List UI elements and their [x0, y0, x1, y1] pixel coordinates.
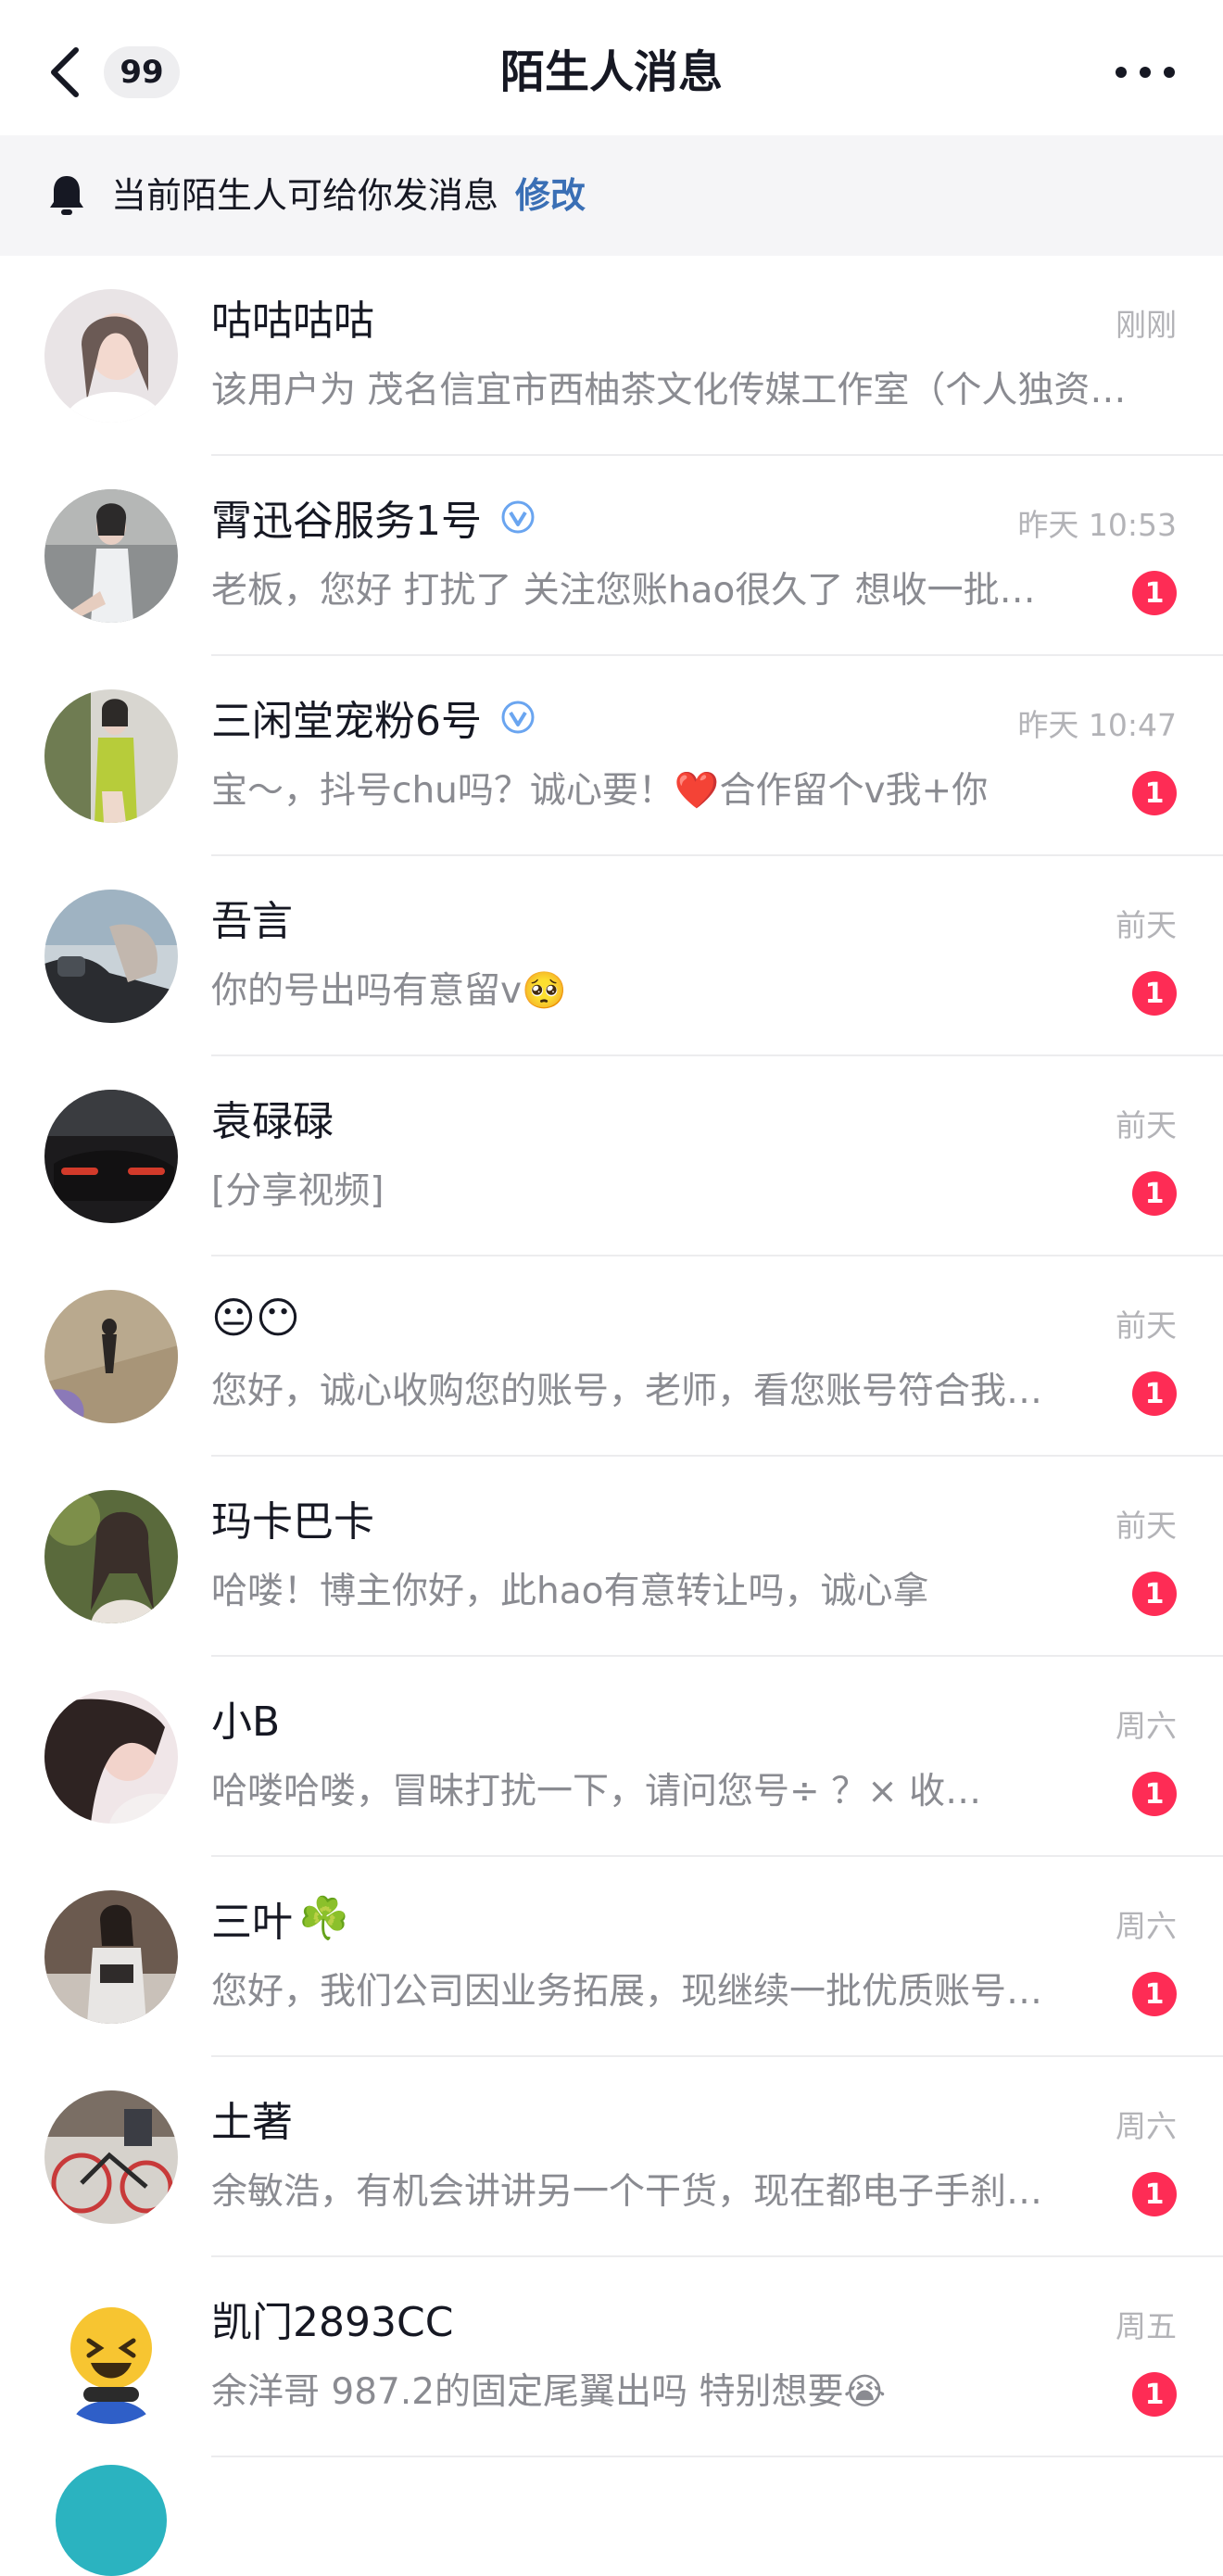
bell-icon [50, 176, 83, 215]
avatar [44, 890, 178, 1023]
unread-badge: 1 [1132, 1171, 1177, 1216]
unread-badge: 1 [1132, 1972, 1177, 2016]
avatar [44, 1090, 178, 1223]
preview-text: 你的号出吗有意留v [211, 970, 523, 1012]
contact-name-text: 吾言 [211, 898, 293, 945]
message-time: 周五 [1116, 2308, 1177, 2344]
avatar [56, 2465, 167, 2576]
contact-name-text: 咕咕咕咕 [211, 297, 374, 345]
message-time: 昨天 10:47 [1017, 707, 1177, 743]
unread-badge: 1 [1132, 971, 1177, 1016]
message-preview: 您好，我们公司因业务拓展，现继续一批优质账号… [211, 1971, 1043, 2013]
avatar [44, 689, 178, 823]
unread-badge: 1 [1132, 1572, 1177, 1616]
neutral-face-emoji: 😐😶 [211, 1293, 300, 1343]
conversation-row[interactable]: 袁碌碌 前天 [分享视频] 1 [0, 1056, 1223, 1256]
message-preview: 哈喽哈喽，冒昧打扰一下，请问您号÷ ？× 收… [211, 1771, 982, 1812]
conversation-row[interactable]: 吾言 前天 你的号出吗有意留v🥺 1 [0, 856, 1223, 1056]
contact-name-text: 三叶 [211, 1899, 293, 1946]
message-time: 昨天 10:53 [1017, 507, 1177, 543]
contact-name: 小B [211, 1688, 280, 1748]
pleading-face-emoji: 🥺 [522, 970, 567, 1012]
conversation-row[interactable]: 霄迅谷服务1号 昨天 10:53 老板，您好 打扰了 关注您账hao很久了 想收… [0, 456, 1223, 656]
avatar [44, 289, 178, 423]
contact-name-text: 三闲堂宠粉6号 [211, 698, 482, 745]
contact-name: 吾言 [211, 888, 293, 947]
unread-badge: 1 [1132, 1371, 1177, 1416]
contact-name-text: 玛卡巴卡 [211, 1498, 374, 1546]
message-time: 前天 [1116, 1107, 1177, 1143]
message-preview: 余敏浩，有机会讲讲另一个干货，现在都电子手刹… [211, 2171, 1043, 2213]
unread-badge: 1 [1132, 2172, 1177, 2216]
contact-name: 袁碌碌 [211, 1088, 334, 1147]
more-options-button[interactable] [1110, 56, 1184, 89]
avatar [44, 489, 178, 623]
message-time: 前天 [1116, 907, 1177, 943]
message-preview: [分享视频] [211, 1170, 385, 1212]
avatar [44, 2090, 178, 2224]
avatar [44, 1290, 178, 1423]
contact-name: 玛卡巴卡 [211, 1488, 374, 1547]
contact-name: 三叶 ☘️ [211, 1888, 349, 1948]
conversation-row[interactable]: 土著 周六 余敏浩，有机会讲讲另一个干货，现在都电子手刹… 1 [0, 2057, 1223, 2257]
message-preview: 该用户为 茂名信宜市西柚茶文化传媒工作室（个人独资… [211, 370, 1127, 411]
message-time: 前天 [1116, 1307, 1177, 1344]
contact-name: 凯门2893CC [211, 2289, 453, 2348]
avatar [44, 1890, 178, 2024]
notice-text: 当前陌生人可给你发消息 [111, 175, 499, 216]
contact-name-text: 土著 [211, 2099, 293, 2146]
preview-text: 余洋哥 987.2的固定尾翼出吗 特别想要 [211, 2371, 844, 2413]
contact-name-text: 小B [211, 1698, 281, 1746]
contact-name: 三闲堂宠粉6号 [211, 688, 536, 747]
message-preview: 余洋哥 987.2的固定尾翼出吗 特别想要😭 [211, 2367, 1101, 2418]
crying-face-emoji: 😭 [843, 2371, 887, 2413]
shamrock-emoji: ☘️ [298, 1895, 349, 1942]
contact-name: 土著 [211, 2089, 293, 2148]
contact-name-text: 凯门2893CC [211, 2299, 454, 2346]
heart-emoji: ❤️ [674, 770, 720, 812]
contact-name: 😐😶 [211, 1288, 300, 1347]
avatar [44, 1690, 178, 1824]
message-preview: 老板，您好 打扰了 关注您账hao很久了 想收一批… [211, 570, 1036, 612]
avatar [44, 1490, 178, 1623]
message-time: 前天 [1116, 1508, 1177, 1544]
page-title: 陌生人消息 [499, 46, 723, 98]
verified-badge-icon [501, 500, 535, 534]
unread-badge: 1 [1132, 771, 1177, 815]
modify-link[interactable]: 修改 [515, 135, 586, 256]
avatar [44, 2291, 178, 2424]
message-preview: 您好，诚心收购您的账号，老师，看您账号符合我… [211, 1370, 1043, 1412]
message-preview: 哈喽！博主你好，此hao有意转让吗，诚心拿 [211, 1571, 929, 1612]
conversation-row[interactable]: 玛卡巴卡 前天 哈喽！博主你好，此hao有意转让吗，诚心拿 1 [0, 1457, 1223, 1657]
unread-badge: 1 [1132, 571, 1177, 615]
message-list: 咕咕咕咕 刚刚 该用户为 茂名信宜市西柚茶文化传媒工作室（个人独资… 霄迅谷服务… [0, 256, 1223, 2576]
message-preview: 你的号出吗有意留v🥺 [211, 966, 1101, 1017]
preview-text: 宝～，抖号chu吗？诚心要！ [211, 770, 675, 812]
conversation-row[interactable]: 凯门2893CC 周五 余洋哥 987.2的固定尾翼出吗 特别想要😭 1 [0, 2257, 1223, 2457]
conversation-row[interactable]: 小B 周六 哈喽哈喽，冒昧打扰一下，请问您号÷ ？× 收… 1 [0, 1657, 1223, 1857]
nav-header: 99 陌生人消息 [0, 0, 1223, 139]
verified-badge-icon [501, 701, 535, 734]
message-time: 周六 [1116, 1708, 1177, 1744]
contact-name-text: 袁碌碌 [211, 1098, 334, 1145]
message-preview: 宝～，抖号chu吗？诚心要！❤️合作留个v我+你 [211, 765, 1101, 817]
unread-badge: 1 [1132, 1772, 1177, 1816]
conversation-row[interactable]: 三闲堂宠粉6号 昨天 10:47 宝～，抖号chu吗？诚心要！❤️合作留个v我+… [0, 656, 1223, 856]
message-time: 周六 [1116, 1908, 1177, 1944]
more-dots-icon [1116, 67, 1175, 78]
message-time: 周六 [1116, 2108, 1177, 2144]
contact-name: 霄迅谷服务1号 [211, 487, 536, 547]
conversation-row-partial[interactable] [0, 2457, 1223, 2576]
message-time: 刚刚 [1116, 307, 1177, 343]
contact-name-text: 霄迅谷服务1号 [211, 498, 482, 545]
conversation-row[interactable]: 😐😶 前天 您好，诚心收购您的账号，老师，看您账号符合我… 1 [0, 1256, 1223, 1457]
contact-name: 咕咕咕咕 [211, 287, 374, 347]
stranger-permission-notice: 当前陌生人可给你发消息 修改 [0, 135, 1223, 256]
conversation-row[interactable]: 三叶 ☘️ 周六 您好，我们公司因业务拓展，现继续一批优质账号… 1 [0, 1857, 1223, 2057]
unread-badge: 1 [1132, 2372, 1177, 2417]
conversation-row[interactable]: 咕咕咕咕 刚刚 该用户为 茂名信宜市西柚茶文化传媒工作室（个人独资… [0, 256, 1223, 456]
preview-text-tail: 合作留个v我+你 [719, 770, 989, 812]
